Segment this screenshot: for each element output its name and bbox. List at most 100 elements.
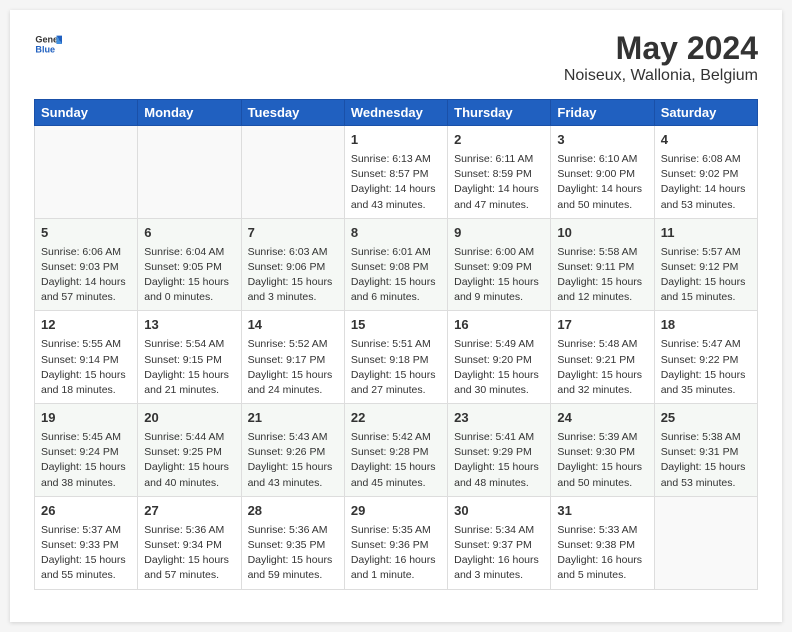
day-number: 27 — [144, 502, 234, 521]
day-info: Sunrise: 5:36 AMSunset: 9:34 PMDaylight:… — [144, 523, 234, 584]
empty-cell — [138, 126, 241, 219]
day-cell-29: 29Sunrise: 5:35 AMSunset: 9:36 PMDayligh… — [344, 496, 447, 589]
day-info: Sunrise: 6:04 AMSunset: 9:05 PMDaylight:… — [144, 245, 234, 306]
empty-cell — [241, 126, 344, 219]
week-row-5: 26Sunrise: 5:37 AMSunset: 9:33 PMDayligh… — [35, 496, 758, 589]
day-cell-1: 1 Sunrise: 6:13 AMSunset: 8:57 PMDaylight… — [344, 126, 447, 219]
day-number: 7 — [248, 224, 338, 243]
day-number: 21 — [248, 409, 338, 428]
header-day-sunday: Sunday — [35, 100, 138, 126]
day-number: 10 — [557, 224, 647, 243]
day-info: Sunrise: 5:57 AMSunset: 9:12 PMDaylight:… — [661, 245, 751, 306]
day-cell-19: 19 Sunrise: 5:45 AMSunset: 9:24 PMDayligh… — [35, 404, 138, 497]
day-cell-24: 24 Sunrise: 5:39 AMSunset: 9:30 PMDayligh… — [551, 404, 654, 497]
header-day-tuesday: Tuesday — [241, 100, 344, 126]
day-info: Sunrise: 6:10 AMSunset: 9:00 PMDaylight:… — [557, 152, 647, 213]
day-cell-28: 28 Sunrise: 5:36 AMSunset: 9:35 PMDayligh… — [241, 496, 344, 589]
subtitle: Noiseux, Wallonia, Belgium — [564, 67, 758, 85]
day-cell-26: 26Sunrise: 5:37 AMSunset: 9:33 PMDayligh… — [35, 496, 138, 589]
header-day-thursday: Thursday — [448, 100, 551, 126]
day-info: Sunrise: 6:06 AMSunset: 9:03 PMDaylight:… — [41, 245, 131, 306]
day-cell-2: 2Sunrise: 6:11 AMSunset: 8:59 PMDaylight… — [448, 126, 551, 219]
day-info: Sunrise: 5:41 AMSunset: 9:29 PMDaylight:… — [454, 430, 544, 491]
day-info: Sunrise: 5:54 AMSunset: 9:15 PMDaylight:… — [144, 337, 234, 398]
logo-icon: General Blue — [34, 30, 62, 58]
day-number: 1 — [351, 131, 441, 150]
day-cell-21: 21 Sunrise: 5:43 AMSunset: 9:26 PMDayligh… — [241, 404, 344, 497]
title-block: May 2024 Noiseux, Wallonia, Belgium — [564, 30, 758, 85]
calendar-header-row: SundayMondayTuesdayWednesdayThursdayFrid… — [35, 100, 758, 126]
day-cell-13: 13 Sunrise: 5:54 AMSunset: 9:15 PMDayligh… — [138, 311, 241, 404]
day-cell-7: 7 Sunrise: 6:03 AMSunset: 9:06 PMDaylight… — [241, 218, 344, 311]
day-number: 24 — [557, 409, 647, 428]
day-number: 28 — [248, 502, 338, 521]
day-cell-16: 16 Sunrise: 5:49 AMSunset: 9:20 PMDayligh… — [448, 311, 551, 404]
header-day-friday: Friday — [551, 100, 654, 126]
day-info: Sunrise: 5:45 AMSunset: 9:24 PMDaylight:… — [41, 430, 131, 491]
day-info: Sunrise: 6:13 AMSunset: 8:57 PMDaylight:… — [351, 152, 441, 213]
week-row-4: 19 Sunrise: 5:45 AMSunset: 9:24 PMDayligh… — [35, 404, 758, 497]
week-row-2: 5Sunrise: 6:06 AMSunset: 9:03 PMDaylight… — [35, 218, 758, 311]
day-number: 20 — [144, 409, 234, 428]
empty-cell — [654, 496, 757, 589]
day-cell-18: 18Sunrise: 5:47 AMSunset: 9:22 PMDayligh… — [654, 311, 757, 404]
day-info: Sunrise: 5:37 AMSunset: 9:33 PMDaylight:… — [41, 523, 131, 584]
day-info: Sunrise: 5:36 AMSunset: 9:35 PMDaylight:… — [248, 523, 338, 584]
day-info: Sunrise: 5:43 AMSunset: 9:26 PMDaylight:… — [248, 430, 338, 491]
day-info: Sunrise: 6:00 AMSunset: 9:09 PMDaylight:… — [454, 245, 544, 306]
day-number: 11 — [661, 224, 751, 243]
day-cell-27: 27 Sunrise: 5:36 AMSunset: 9:34 PMDayligh… — [138, 496, 241, 589]
day-info: Sunrise: 5:49 AMSunset: 9:20 PMDaylight:… — [454, 337, 544, 398]
day-cell-10: 10 Sunrise: 5:58 AMSunset: 9:11 PMDayligh… — [551, 218, 654, 311]
day-number: 13 — [144, 316, 234, 335]
day-info: Sunrise: 5:51 AMSunset: 9:18 PMDaylight:… — [351, 337, 441, 398]
day-number: 17 — [557, 316, 647, 335]
day-info: Sunrise: 6:11 AMSunset: 8:59 PMDaylight:… — [454, 152, 544, 213]
day-info: Sunrise: 5:34 AMSunset: 9:37 PMDaylight:… — [454, 523, 544, 584]
day-number: 6 — [144, 224, 234, 243]
main-title: May 2024 — [564, 30, 758, 67]
day-info: Sunrise: 6:08 AMSunset: 9:02 PMDaylight:… — [661, 152, 751, 213]
header-day-saturday: Saturday — [654, 100, 757, 126]
day-number: 25 — [661, 409, 751, 428]
day-cell-25: 25Sunrise: 5:38 AMSunset: 9:31 PMDayligh… — [654, 404, 757, 497]
day-number: 16 — [454, 316, 544, 335]
week-row-1: 1 Sunrise: 6:13 AMSunset: 8:57 PMDaylight… — [35, 126, 758, 219]
day-cell-20: 20Sunrise: 5:44 AMSunset: 9:25 PMDayligh… — [138, 404, 241, 497]
day-number: 4 — [661, 131, 751, 150]
day-info: Sunrise: 5:42 AMSunset: 9:28 PMDaylight:… — [351, 430, 441, 491]
day-number: 22 — [351, 409, 441, 428]
day-info: Sunrise: 5:58 AMSunset: 9:11 PMDaylight:… — [557, 245, 647, 306]
day-number: 14 — [248, 316, 338, 335]
day-cell-9: 9Sunrise: 6:00 AMSunset: 9:09 PMDaylight… — [448, 218, 551, 311]
day-info: Sunrise: 5:52 AMSunset: 9:17 PMDaylight:… — [248, 337, 338, 398]
day-number: 8 — [351, 224, 441, 243]
day-number: 19 — [41, 409, 131, 428]
day-cell-12: 12 Sunrise: 5:55 AMSunset: 9:14 PMDayligh… — [35, 311, 138, 404]
day-cell-31: 31Sunrise: 5:33 AMSunset: 9:38 PMDayligh… — [551, 496, 654, 589]
day-cell-6: 6 Sunrise: 6:04 AMSunset: 9:05 PMDaylight… — [138, 218, 241, 311]
day-cell-11: 11 Sunrise: 5:57 AMSunset: 9:12 PMDayligh… — [654, 218, 757, 311]
header-day-wednesday: Wednesday — [344, 100, 447, 126]
day-number: 15 — [351, 316, 441, 335]
day-number: 18 — [661, 316, 751, 335]
day-cell-22: 22 Sunrise: 5:42 AMSunset: 9:28 PMDayligh… — [344, 404, 447, 497]
day-info: Sunrise: 5:39 AMSunset: 9:30 PMDaylight:… — [557, 430, 647, 491]
calendar-container: General Blue May 2024 Noiseux, Wallonia,… — [10, 10, 782, 622]
day-info: Sunrise: 5:48 AMSunset: 9:21 PMDaylight:… — [557, 337, 647, 398]
day-cell-8: 8Sunrise: 6:01 AMSunset: 9:08 PMDaylight… — [344, 218, 447, 311]
day-cell-30: 30Sunrise: 5:34 AMSunset: 9:37 PMDayligh… — [448, 496, 551, 589]
day-info: Sunrise: 5:35 AMSunset: 9:36 PMDaylight:… — [351, 523, 441, 584]
calendar-table: SundayMondayTuesdayWednesdayThursdayFrid… — [34, 99, 758, 590]
header: General Blue May 2024 Noiseux, Wallonia,… — [34, 30, 758, 85]
day-cell-17: 17 Sunrise: 5:48 AMSunset: 9:21 PMDayligh… — [551, 311, 654, 404]
day-number: 23 — [454, 409, 544, 428]
day-info: Sunrise: 5:55 AMSunset: 9:14 PMDaylight:… — [41, 337, 131, 398]
day-info: Sunrise: 5:33 AMSunset: 9:38 PMDaylight:… — [557, 523, 647, 584]
day-number: 12 — [41, 316, 131, 335]
day-cell-5: 5Sunrise: 6:06 AMSunset: 9:03 PMDaylight… — [35, 218, 138, 311]
empty-cell — [35, 126, 138, 219]
day-number: 3 — [557, 131, 647, 150]
day-cell-3: 3 Sunrise: 6:10 AMSunset: 9:00 PMDaylight… — [551, 126, 654, 219]
day-info: Sunrise: 6:03 AMSunset: 9:06 PMDaylight:… — [248, 245, 338, 306]
